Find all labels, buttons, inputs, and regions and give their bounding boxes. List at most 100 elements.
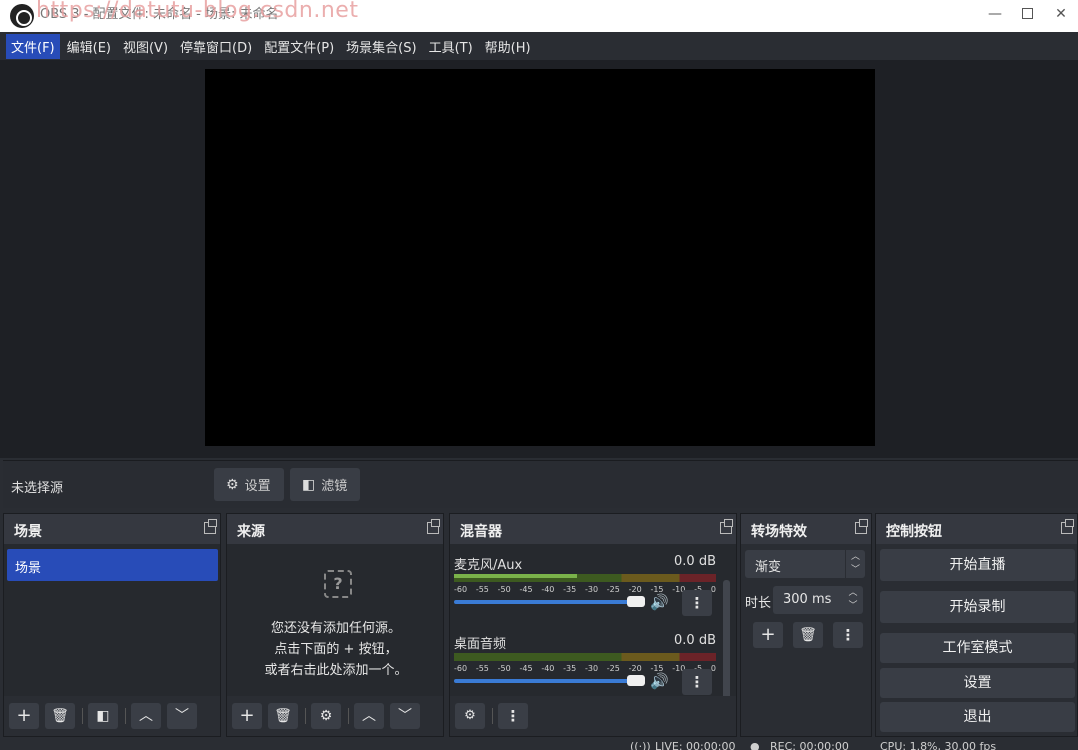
menu-tools[interactable]: 工具(T) — [424, 34, 478, 59]
add-scene-button[interactable]: + — [9, 703, 39, 729]
menu-view[interactable]: 视图(V) — [118, 34, 173, 59]
gear-icon: ⚙ — [226, 476, 239, 493]
sources-list[interactable]: ? 您还没有添加任何源。 点击下面的 + 按钮， 或者右击此处添加一个。 — [227, 544, 443, 696]
add-transition-button[interactable]: + — [753, 622, 783, 648]
menu-edit[interactable]: 编辑(E) — [62, 34, 116, 59]
volume-slider-handle[interactable] — [627, 596, 645, 607]
status-bar: ((·)) LIVE: 00:00:00 ● REC: 00:00:00 CPU… — [0, 738, 1078, 750]
channel-menu-button[interactable]: ⋮ — [682, 669, 712, 695]
add-source-button[interactable]: + — [232, 703, 262, 729]
close-button[interactable]: ✕ — [1041, 0, 1078, 28]
mixer-menu-button[interactable]: ⋮ — [498, 703, 528, 729]
mixer-channel-mic: 麦克风/Aux 0.0 dB -60 -55 -50 -45 -40 -35 -30 -25-… — [454, 554, 716, 632]
menu-scene-collection[interactable]: 场景集合(S) — [341, 34, 421, 59]
source-filters-label: 滤镜 — [321, 479, 348, 494]
live-status: LIVE: 00:00:00 — [655, 740, 736, 750]
sources-dock: 来源 ? 您还没有添加任何源。 点击下面的 + 按钮， 或者右击此处添加一个。 … — [226, 513, 444, 737]
scenes-dock: 场景 场景 + 🗑 ◧ ︿ ﹀ — [3, 513, 221, 737]
live-icon: ((·)) — [630, 740, 651, 750]
move-up-button[interactable]: ︿ — [131, 703, 161, 729]
settings-button[interactable]: 设置 — [880, 668, 1075, 698]
source-settings-button[interactable]: ⚙ 设置 — [214, 468, 284, 501]
menu-file[interactable]: 文件(F) — [6, 33, 60, 59]
channel-menu-button[interactable]: ⋮ — [682, 590, 712, 616]
transitions-dock: 转场特效 渐变 ︿ ﹀ 时长 300 ms ︿ ﹀ + 🗑 ⋮ — [740, 513, 872, 737]
transitions-title: 转场特效 — [751, 524, 807, 540]
volume-slider[interactable] — [454, 600, 639, 604]
scenes-footer: + 🗑 ◧ ︿ ﹀ — [4, 696, 220, 736]
menu-docks[interactable]: 停靠窗口(D) — [175, 34, 257, 59]
meter-tick-label: -60 — [454, 585, 468, 594]
speaker-icon[interactable]: 🔊 — [650, 593, 669, 611]
duration-value: 300 ms — [783, 592, 832, 607]
empty-message-line: 或者右击此处添加一个。 — [264, 663, 408, 678]
menu-bar: 文件(F) 编辑(E) 视图(V) 停靠窗口(D) 配置文件(P) 场景集合(S… — [0, 32, 1078, 60]
no-source-label: 未选择源 — [11, 481, 64, 496]
advanced-audio-button[interactable]: ⚙ — [455, 703, 485, 729]
channel-db: 0.0 dB — [674, 554, 716, 569]
meter-tick-label: -40 — [541, 664, 555, 673]
chevron-updown-icon[interactable]: ︿ ﹀ — [843, 586, 863, 614]
volume-slider[interactable] — [454, 679, 639, 683]
scene-filters-button[interactable]: ◧ — [88, 703, 118, 729]
mixer-title: 混音器 — [460, 524, 502, 540]
meter-tick-label: -35 — [563, 585, 577, 594]
remove-source-button[interactable]: 🗑 — [268, 703, 298, 729]
source-settings-label: 设置 — [244, 479, 271, 494]
list-item[interactable]: 场景 — [7, 549, 218, 581]
transitions-body: 渐变 ︿ ﹀ 时长 300 ms ︿ ﹀ + 🗑 ⋮ — [741, 544, 871, 736]
remove-scene-button[interactable]: 🗑 — [45, 703, 75, 729]
move-up-button[interactable]: ︿ — [354, 703, 384, 729]
source-properties-button[interactable]: ⚙ — [311, 703, 341, 729]
undock-icon[interactable] — [204, 519, 217, 534]
source-filters-button[interactable]: ◧ 滤镜 — [290, 468, 360, 501]
cpu-status: CPU: 1.8%, 30.00 fps — [880, 740, 997, 750]
exit-button[interactable]: 退出 — [880, 702, 1075, 732]
move-down-button[interactable]: ﹀ — [167, 703, 197, 729]
meter-tick-label: -25 — [606, 585, 620, 594]
menu-profile[interactable]: 配置文件(P) — [259, 34, 339, 59]
mixer-dock: 混音器 麦克风/Aux 0.0 dB -60 -55 -50 -45 -40 -35 -30… — [449, 513, 737, 737]
transition-select[interactable]: 渐变 ︿ ﹀ — [745, 550, 865, 578]
start-streaming-button[interactable]: 开始直播 — [880, 549, 1075, 581]
studio-mode-button[interactable]: 工作室模式 — [880, 633, 1075, 663]
rec-status: REC: 00:00:00 — [770, 740, 849, 750]
meter-tick-label: -50 — [497, 585, 511, 594]
undock-icon[interactable] — [855, 519, 868, 534]
divider — [82, 708, 83, 724]
preview-canvas[interactable] — [205, 69, 875, 446]
volume-slider-handle[interactable] — [627, 675, 645, 686]
scenes-header: 场景 — [4, 514, 220, 544]
volume-meter — [454, 574, 716, 582]
divider — [125, 708, 126, 724]
sources-title: 来源 — [237, 524, 265, 540]
meter-tick-label: -20 — [628, 664, 642, 673]
volume-meter — [454, 653, 716, 661]
menu-help[interactable]: 帮助(H) — [480, 34, 536, 59]
chevron-updown-icon: ︿ ﹀ — [845, 550, 865, 578]
filter-icon: ◧ — [302, 476, 316, 493]
undock-icon[interactable] — [1061, 519, 1074, 534]
speaker-icon[interactable]: 🔊 — [650, 672, 669, 690]
channel-name: 麦克风/Aux — [454, 558, 523, 573]
mixer-header: 混音器 — [450, 514, 736, 544]
obs-logo-icon — [10, 4, 34, 28]
transition-menu-button[interactable]: ⋮ — [833, 622, 863, 648]
undock-icon[interactable] — [720, 519, 733, 534]
source-toolbar: 未选择源 ⚙ 设置 ◧ 滤镜 — [3, 460, 1078, 508]
start-recording-button[interactable]: 开始录制 — [880, 591, 1075, 623]
undock-icon[interactable] — [427, 519, 440, 534]
scenes-title: 场景 — [14, 524, 42, 540]
empty-message-line: 您还没有添加任何源。 — [270, 621, 401, 636]
meter-tick-label: -45 — [519, 664, 533, 673]
channel-db: 0.0 dB — [674, 633, 716, 648]
controls-header: 控制按钮 — [876, 514, 1077, 544]
meter-tick-label: -30 — [584, 664, 599, 673]
meter-tick-label: -30 — [584, 585, 599, 594]
meter-tick-label: -55 — [475, 664, 489, 673]
move-down-button[interactable]: ﹀ — [390, 703, 420, 729]
duration-spinbox[interactable]: 300 ms ︿ ﹀ — [773, 586, 863, 614]
meter-ticks: -60-55-50-45-40-35-30-25-20-15-10-50 — [454, 585, 716, 595]
remove-transition-button[interactable]: 🗑 — [793, 622, 823, 648]
watermark: https://datutu-blog.csdn.net — [36, 0, 359, 23]
